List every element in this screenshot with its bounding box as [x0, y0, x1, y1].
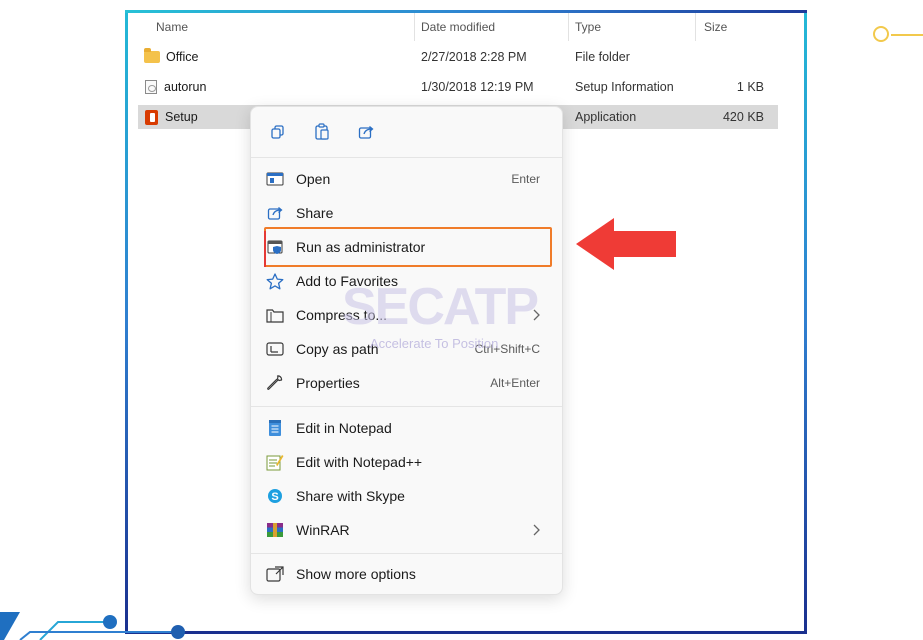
menu-item-label: Share [296, 205, 334, 221]
column-separator[interactable] [414, 13, 415, 41]
menu-item-label: Edit with Notepad++ [296, 454, 423, 470]
file-type: File folder [575, 50, 630, 64]
column-header-date[interactable]: Date modified [421, 13, 495, 41]
share-quick-button[interactable] [353, 119, 379, 145]
file-size: 1 KB [736, 80, 764, 94]
menu-item-label: Open [296, 171, 331, 187]
file-name: autorun [164, 80, 207, 94]
menu-item-share[interactable]: Share [257, 197, 556, 229]
column-date-label: Date modified [421, 20, 496, 34]
file-row-office[interactable]: Office 2/27/2018 2:28 PM File folder [138, 45, 778, 69]
run-as-admin-highlight-edge [264, 231, 266, 267]
frame-top-edge [125, 10, 807, 13]
setup-info-icon [145, 80, 157, 94]
menu-item-properties[interactable]: Properties Alt+Enter [257, 367, 556, 399]
context-menu: Open Enter Share Run as administrator Ad… [250, 106, 563, 595]
menu-item-show-more-options[interactable]: Show more options [257, 558, 556, 590]
menu-item-shortcut: Alt+Enter [490, 376, 540, 390]
quick-actions-bar [251, 107, 562, 157]
menu-item-label: Properties [296, 375, 360, 391]
more-options-icon [266, 566, 284, 582]
column-separator[interactable] [568, 13, 569, 41]
paste-button[interactable] [309, 119, 335, 145]
column-type-label: Type [575, 20, 602, 34]
menu-item-add-to-favorites[interactable]: Add to Favorites [257, 265, 556, 297]
menu-item-label: Compress to... [296, 307, 388, 323]
menu-item-copy-as-path[interactable]: Copy as path Ctrl+Shift+C [257, 333, 556, 365]
column-separator[interactable] [695, 13, 696, 41]
run-as-admin-highlight [264, 227, 552, 267]
decor-circle [873, 26, 889, 42]
folder-icon [144, 48, 160, 63]
menu-divider [251, 157, 562, 158]
menu-item-shortcut: Enter [511, 172, 540, 186]
path-icon [266, 341, 284, 357]
menu-item-compress-to[interactable]: Compress to... [257, 299, 556, 331]
menu-item-label: WinRAR [296, 522, 350, 538]
menu-divider [251, 406, 562, 407]
menu-item-edit-with-notepadpp[interactable]: Edit with Notepad++ [257, 446, 556, 478]
winrar-icon [266, 522, 284, 538]
menu-item-winrar[interactable]: WinRAR [257, 514, 556, 546]
chevron-right-icon [532, 514, 540, 546]
menu-item-label: Add to Favorites [296, 273, 398, 289]
svg-text:S: S [271, 491, 278, 503]
menu-item-open[interactable]: Open Enter [257, 163, 556, 195]
share-icon [358, 126, 374, 139]
paste-icon [315, 123, 329, 140]
file-date: 2/27/2018 2:28 PM [421, 50, 527, 64]
wrench-icon [266, 375, 284, 391]
zip-folder-icon [266, 307, 284, 323]
file-name: Setup [165, 110, 198, 124]
menu-item-label: Edit in Notepad [296, 420, 392, 436]
skype-icon: S [266, 488, 284, 504]
office-icon [145, 109, 158, 125]
circuit-decoration [0, 612, 185, 640]
column-name-label: Name [156, 20, 189, 34]
chevron-right-icon [532, 299, 540, 331]
red-arrow-icon [576, 218, 676, 270]
copy-icon [271, 125, 284, 139]
star-icon [266, 272, 284, 289]
column-size-label: Size [704, 20, 728, 34]
menu-item-label: Copy as path [296, 341, 379, 357]
menu-item-shortcut: Ctrl+Shift+C [474, 342, 540, 356]
share-icon [266, 205, 284, 221]
file-type: Setup Information [575, 80, 674, 94]
file-row-autorun[interactable]: autorun 1/30/2018 12:19 PM Setup Informa… [138, 75, 778, 99]
menu-item-share-with-skype[interactable]: S Share with Skype [257, 480, 556, 512]
file-size: 420 KB [722, 110, 764, 124]
file-type: Application [575, 110, 637, 124]
menu-divider [251, 553, 562, 554]
column-header-size[interactable]: Size [704, 13, 727, 41]
column-header-type[interactable]: Type [575, 13, 601, 41]
column-header-name[interactable]: Name [156, 13, 188, 41]
notepadpp-icon [266, 454, 284, 471]
file-name: Office [166, 50, 199, 64]
decor-line [891, 34, 923, 36]
menu-item-label: Share with Skype [296, 488, 405, 504]
notepad-icon [266, 420, 284, 436]
menu-item-edit-in-notepad[interactable]: Edit in Notepad [257, 412, 556, 444]
copy-button[interactable] [265, 119, 291, 145]
menu-item-label: Show more options [296, 566, 416, 582]
open-icon [266, 171, 284, 187]
file-date: 1/30/2018 12:19 PM [421, 80, 534, 94]
